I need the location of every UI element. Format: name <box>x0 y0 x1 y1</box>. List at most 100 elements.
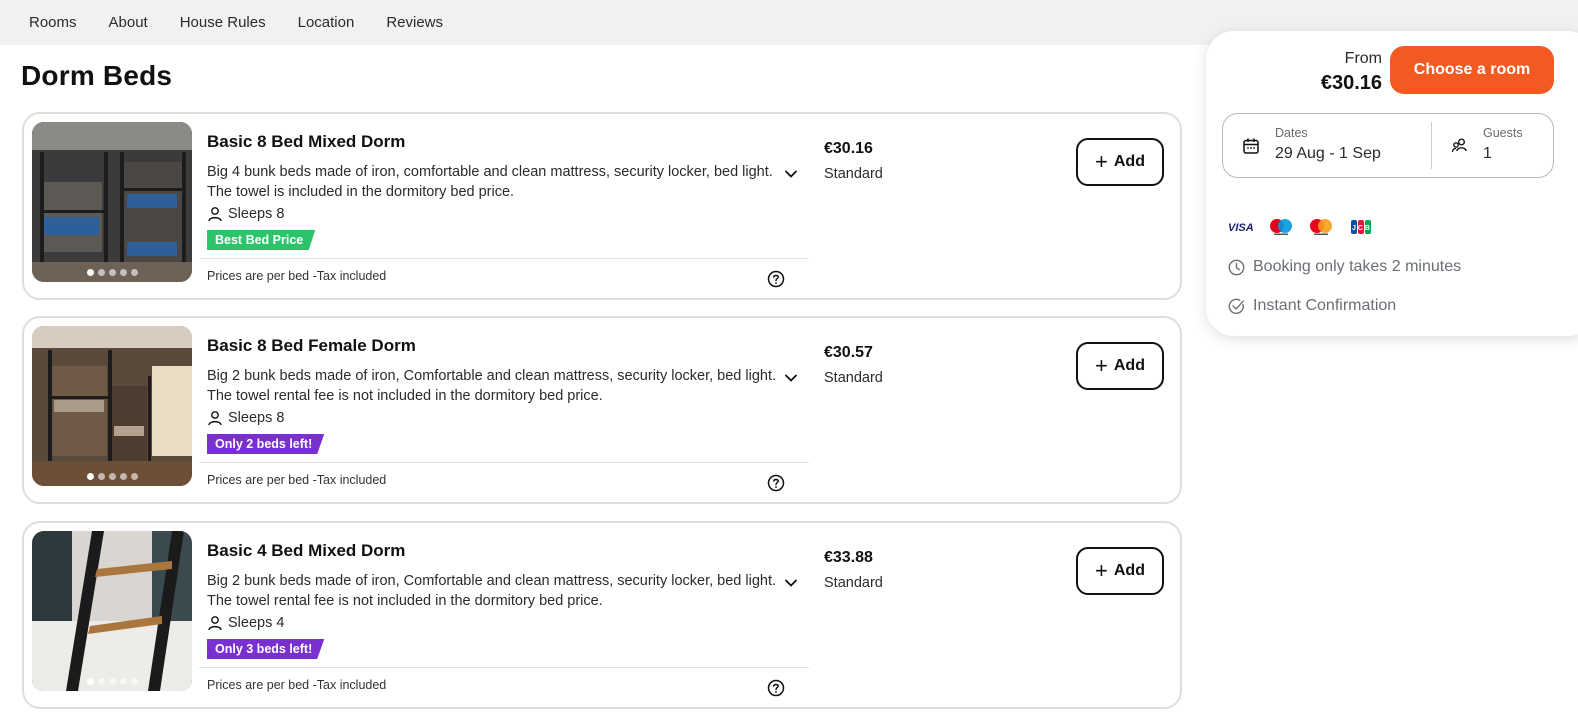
price-note: Prices are per bed -Tax included <box>207 269 387 283</box>
room-description: Big 2 bunk beds made of iron, Comfortabl… <box>207 368 777 404</box>
price-block: €30.16 Standard <box>824 140 883 182</box>
booking-time-text: Booking only takes 2 minutes <box>1253 258 1462 275</box>
person-icon <box>208 207 222 222</box>
section-title: Dorm Beds <box>21 60 173 91</box>
room-footer: Prices are per bed -Tax included <box>199 667 809 703</box>
nav-item-reviews[interactable]: Reviews <box>386 14 443 31</box>
guests-field[interactable]: Guests 1 <box>1431 122 1553 169</box>
room-card: Basic 4 Bed Mixed Dorm Big 2 bunk beds m… <box>22 521 1182 709</box>
guests-icon <box>1451 138 1467 153</box>
plus-icon: + <box>1095 558 1108 583</box>
rate-type: Standard <box>824 575 883 591</box>
room-badge: Only 3 beds left! <box>207 639 325 659</box>
room-name: Basic 8 Bed Mixed Dorm <box>207 132 406 151</box>
add-label: Add <box>1113 153 1145 170</box>
add-label: Add <box>1113 562 1145 579</box>
from-label: From <box>1344 50 1382 67</box>
room-card: Basic 8 Bed Female Dorm Big 2 bunk beds … <box>22 316 1182 504</box>
person-icon <box>208 411 222 426</box>
carousel-dot[interactable] <box>97 269 105 276</box>
room-card: Basic 8 Bed Mixed Dorm Big 4 bunk beds m… <box>22 112 1182 300</box>
from-price: €30.16 <box>1320 72 1382 94</box>
person-icon <box>208 616 222 631</box>
dorm-photo-image <box>32 122 192 282</box>
jcb-icon: J C B <box>1348 218 1374 236</box>
help-icon[interactable] <box>767 679 785 697</box>
calendar-icon <box>1243 138 1259 154</box>
photo-carousel-dots <box>32 473 192 480</box>
mastercard-icon <box>1308 218 1334 236</box>
add-room-button[interactable]: + Add <box>1076 547 1164 595</box>
carousel-dot[interactable] <box>119 678 127 685</box>
rate-type: Standard <box>824 370 883 386</box>
nav-item-house-rules[interactable]: House Rules <box>180 14 266 31</box>
carousel-dot[interactable] <box>108 678 116 685</box>
chevron-down-icon[interactable] <box>783 370 799 386</box>
sleeps-label: Sleeps 8 <box>228 410 285 426</box>
price-note: Prices are per bed -Tax included <box>207 678 387 692</box>
dorm-photo-image <box>32 531 192 691</box>
price-block: €30.57 Standard <box>824 344 883 386</box>
room-description: Big 4 bunk beds made of iron, comfortabl… <box>207 164 773 200</box>
booking-panel: From €30.16 Choose a room Dates 29 Aug -… <box>1206 31 1578 336</box>
carousel-dot[interactable] <box>108 269 116 276</box>
confirmation-text: Instant Confirmation <box>1253 297 1397 314</box>
carousel-dot[interactable] <box>86 678 94 685</box>
nav-item-rooms[interactable]: Rooms <box>29 14 77 31</box>
price-block: €33.88 Standard <box>824 549 883 591</box>
help-icon[interactable] <box>767 270 785 288</box>
svg-text:VISA: VISA <box>1228 222 1254 233</box>
add-label: Add <box>1113 357 1145 374</box>
maestro-icon <box>1268 218 1294 236</box>
nav-item-location[interactable]: Location <box>298 14 355 31</box>
room-price: €30.16 <box>824 140 873 157</box>
booking-search-box: Dates 29 Aug - 1 Sep Guests 1 <box>1222 113 1554 178</box>
payment-methods: VISA J C B <box>1228 218 1374 236</box>
sleeps-info: Sleeps 4 <box>207 615 284 631</box>
room-footer: Prices are per bed -Tax included <box>199 258 809 294</box>
dates-field[interactable]: Dates 29 Aug - 1 Sep <box>1223 114 1431 177</box>
carousel-dot[interactable] <box>97 678 105 685</box>
carousel-dot[interactable] <box>130 269 138 276</box>
room-photo[interactable] <box>32 122 192 282</box>
carousel-dot[interactable] <box>130 678 138 685</box>
room-badge: Only 2 beds left! <box>207 434 325 454</box>
carousel-dot[interactable] <box>108 473 116 480</box>
room-info: Basic 4 Bed Mixed Dorm Big 2 bunk beds m… <box>207 541 807 659</box>
sleeps-info: Sleeps 8 <box>207 206 284 222</box>
add-room-button[interactable]: + Add <box>1076 138 1164 186</box>
room-photo[interactable] <box>32 326 192 486</box>
carousel-dot[interactable] <box>86 269 94 276</box>
carousel-dot[interactable] <box>130 473 138 480</box>
room-price: €33.88 <box>824 549 873 566</box>
help-icon[interactable] <box>767 474 785 492</box>
carousel-dot[interactable] <box>86 473 94 480</box>
svg-text:J C B: J C B <box>1352 225 1370 232</box>
confirmation-info: Instant Confirmation <box>1228 297 1396 315</box>
dates-label: Dates <box>1275 126 1308 140</box>
plus-icon: + <box>1095 353 1108 378</box>
choose-room-button[interactable]: Choose a room <box>1390 46 1554 94</box>
visa-icon: VISA <box>1228 218 1254 236</box>
guests-value: 1 <box>1483 145 1492 162</box>
plus-icon: + <box>1095 149 1108 174</box>
chevron-down-icon[interactable] <box>783 166 799 182</box>
room-footer: Prices are per bed -Tax included <box>199 462 809 498</box>
add-room-button[interactable]: + Add <box>1076 342 1164 390</box>
carousel-dot[interactable] <box>97 473 105 480</box>
carousel-dot[interactable] <box>119 269 127 276</box>
nav-item-about[interactable]: About <box>109 14 148 31</box>
check-circle-icon <box>1228 298 1244 314</box>
room-info: Basic 8 Bed Female Dorm Big 2 bunk beds … <box>207 336 807 454</box>
photo-carousel-dots <box>32 678 192 685</box>
room-price: €30.57 <box>824 344 873 361</box>
rate-type: Standard <box>824 166 883 182</box>
sleeps-info: Sleeps 8 <box>207 410 284 426</box>
carousel-dot[interactable] <box>119 473 127 480</box>
booking-time-info: Booking only takes 2 minutes <box>1228 258 1461 276</box>
dates-value: 29 Aug - 1 Sep <box>1275 145 1381 162</box>
room-badge: Best Bed Price <box>207 230 316 250</box>
chevron-down-icon[interactable] <box>783 575 799 591</box>
room-photo[interactable] <box>32 531 192 691</box>
room-description: Big 2 bunk beds made of iron, Comfortabl… <box>207 573 777 609</box>
